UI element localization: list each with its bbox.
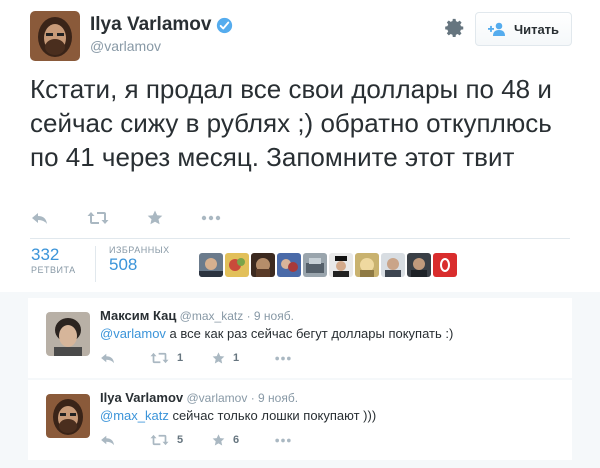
retweets-count[interactable]: 332: [31, 245, 76, 265]
retweet-button[interactable]: [87, 211, 109, 225]
retweets-label: РЕТВИТА: [31, 265, 76, 275]
reply-retweet-count: 1: [177, 352, 184, 364]
more-dots-icon: [275, 356, 291, 360]
verified-badge-icon: [217, 17, 233, 33]
divider: [30, 238, 570, 239]
favorite-button[interactable]: [147, 210, 163, 225]
favoriter-avatar[interactable]: [277, 253, 301, 277]
reply-header: Ilya Varlamov @varlamov · 9 нояб.: [100, 390, 298, 405]
follow-button-label: Читать: [513, 21, 560, 37]
reply-author-name[interactable]: Ilya Varlamov: [100, 390, 183, 405]
reply-retweet-button[interactable]: 5: [150, 434, 212, 446]
reply-favorite-button[interactable]: 6: [212, 434, 274, 446]
reply-author-name[interactable]: Максим Кац: [100, 308, 176, 323]
author-name[interactable]: Ilya Varlamov: [90, 14, 211, 36]
reply-arrow-icon: [101, 435, 114, 446]
more-button[interactable]: [201, 215, 221, 221]
favoriter-avatar[interactable]: [199, 253, 223, 277]
reply-dot-separator: ·: [246, 309, 251, 323]
favoriters-avatars: [199, 253, 457, 277]
stat-separator: [95, 246, 96, 282]
add-user-icon: [487, 22, 505, 36]
reply-author-handle[interactable]: @max_katz: [180, 309, 244, 323]
star-icon: [147, 210, 163, 225]
reply-arrow-icon: [32, 212, 47, 224]
author-name-row[interactable]: Ilya Varlamov: [90, 14, 233, 36]
reply-actions: 1 1: [100, 352, 292, 364]
reply-header: Максим Кац @max_katz · 9 нояб.: [100, 308, 294, 323]
retweet-icon: [150, 352, 169, 364]
reply-timestamp[interactable]: 9 нояб.: [258, 391, 298, 405]
reply-button[interactable]: [31, 211, 49, 225]
favorites-stat[interactable]: ИЗБРАННЫХ 508: [109, 245, 170, 275]
favoriter-avatar[interactable]: [407, 253, 431, 277]
reply-arrow-icon: [101, 353, 114, 364]
follow-button[interactable]: Читать: [475, 12, 572, 46]
gear-icon[interactable]: [444, 17, 466, 39]
reply-author-avatar[interactable]: [46, 312, 90, 356]
reply-reply-button[interactable]: [100, 352, 150, 364]
reply-more-button[interactable]: [274, 356, 292, 361]
favoriter-avatar[interactable]: [355, 253, 379, 277]
reply-mention-link[interactable]: @varlamov: [100, 326, 166, 341]
reply-body: а все как раз сейчас бегут доллары покуп…: [165, 326, 454, 341]
author-handle[interactable]: @varlamov: [90, 38, 161, 54]
reply-tweet[interactable]: Максим Кац @max_katz · 9 нояб. @varlamov…: [28, 298, 572, 378]
favoriter-avatar[interactable]: [329, 253, 353, 277]
reply-timestamp[interactable]: 9 нояб.: [254, 309, 294, 323]
reply-more-button[interactable]: [274, 438, 292, 443]
reply-reply-button[interactable]: [100, 434, 150, 446]
retweet-icon: [150, 434, 169, 446]
reply-actions: 5 6: [100, 434, 292, 446]
reply-author-handle[interactable]: @varlamov: [186, 391, 247, 405]
reply-body: сейчас только лошки покупают ))): [168, 408, 377, 423]
favorites-count[interactable]: 508: [109, 255, 170, 275]
more-dots-icon: [275, 438, 291, 442]
reply-text: @varlamov а все как раз сейчас бегут дол…: [100, 326, 453, 341]
star-icon: [212, 352, 225, 364]
reply-text: @max_katz сейчас только лошки покупают )…: [100, 408, 376, 423]
favoriter-avatar[interactable]: [303, 253, 327, 277]
reply-favorite-count: 1: [233, 352, 240, 364]
reply-author-avatar[interactable]: [46, 394, 90, 438]
reply-retweet-button[interactable]: 1: [150, 352, 212, 364]
tweet-text: Кстати, я продал все свои доллары по 48 …: [30, 74, 552, 172]
retweet-icon: [87, 211, 109, 224]
favorites-label: ИЗБРАННЫХ: [109, 245, 170, 255]
reply-mention-link[interactable]: @max_katz: [100, 408, 169, 423]
reply-tweet[interactable]: Ilya Varlamov @varlamov · 9 нояб. @max_k…: [28, 380, 572, 460]
main-tweet: Ilya Varlamov @varlamov Читать Кстати, я…: [0, 0, 600, 292]
author-avatar[interactable]: [30, 11, 80, 61]
retweets-stat[interactable]: 332 РЕТВИТА: [31, 245, 76, 275]
favoriter-avatar[interactable]: [251, 253, 275, 277]
reply-retweet-count: 5: [177, 434, 184, 446]
favoriter-avatar[interactable]: [381, 253, 405, 277]
star-icon: [212, 434, 225, 446]
reply-favorite-button[interactable]: 1: [212, 352, 274, 364]
favoriter-avatar[interactable]: [225, 253, 249, 277]
tweet-actions: [31, 210, 259, 225]
more-dots-icon: [201, 215, 221, 220]
reply-dot-separator: ·: [250, 391, 255, 405]
favoriter-avatar[interactable]: [433, 253, 457, 277]
replies-section: Максим Кац @max_katz · 9 нояб. @varlamov…: [0, 292, 600, 468]
reply-favorite-count: 6: [233, 434, 240, 446]
